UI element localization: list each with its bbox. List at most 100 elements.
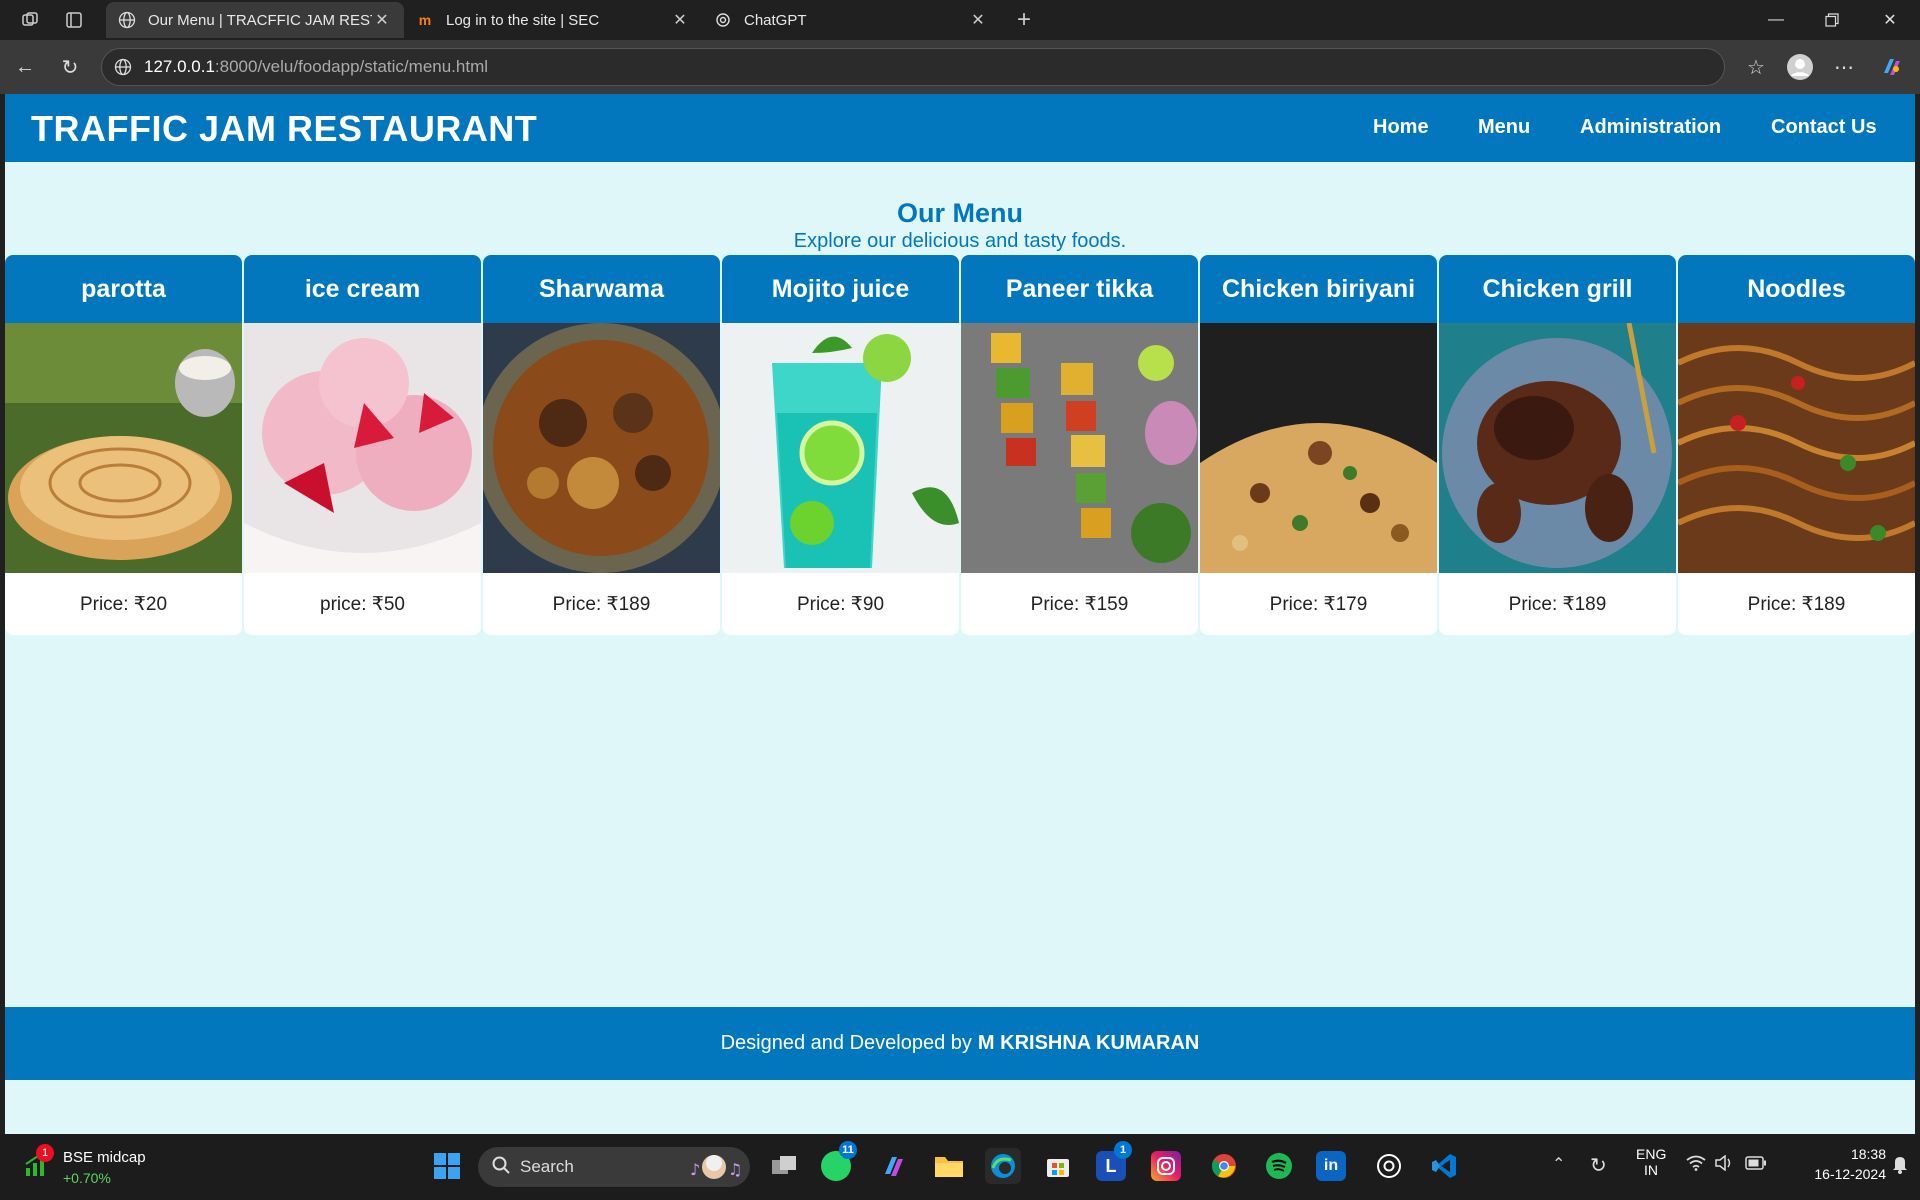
item-name: Chicken biriyani bbox=[1200, 255, 1437, 323]
stock-name: BSE midcap bbox=[63, 1149, 146, 1166]
close-tab-icon[interactable]: ✕ bbox=[968, 10, 988, 30]
url-input[interactable]: 127.0.0.1:8000/velu/foodapp/static/menu.… bbox=[101, 48, 1725, 86]
instagram-icon[interactable] bbox=[1151, 1151, 1181, 1181]
back-icon[interactable]: ← bbox=[11, 53, 39, 81]
menu-card[interactable]: ice cream price: ₹50 bbox=[244, 255, 481, 635]
spotify-icon[interactable] bbox=[1261, 1148, 1297, 1184]
item-name: Sharwama bbox=[483, 255, 720, 323]
more-options-icon[interactable]: ⋯ bbox=[1830, 53, 1858, 81]
profile-icon[interactable] bbox=[1786, 53, 1814, 81]
reload-icon[interactable]: ↻ bbox=[56, 53, 84, 81]
whatsapp-badge: 11 bbox=[839, 1141, 857, 1159]
close-tab-icon[interactable]: ✕ bbox=[670, 10, 690, 30]
sync-icon[interactable]: ↻ bbox=[1590, 1153, 1607, 1178]
tab-title: Log in to the site | SEC bbox=[446, 11, 600, 29]
item-price: Price: ₹90 bbox=[796, 593, 885, 615]
menu-card[interactable]: Sharwama Price: ₹189 bbox=[483, 255, 720, 635]
lang-bottom: IN bbox=[1644, 1162, 1658, 1178]
clock[interactable]: 18:38 16-12-2024 bbox=[1776, 1146, 1886, 1182]
site-header: TRAFFIC JAM RESTAURANT Home Menu Adminis… bbox=[5, 94, 1915, 162]
footer-author: M KRISHNA KUMARAN bbox=[977, 1032, 1200, 1054]
noodles-photo bbox=[1678, 323, 1915, 573]
nav-contact-us[interactable]: Contact Us bbox=[1771, 116, 1877, 139]
taskbar-search[interactable]: Search ♪ ♫ bbox=[478, 1147, 750, 1187]
site-info-icon[interactable] bbox=[114, 58, 132, 81]
item-price: Price: ₹20 bbox=[79, 593, 168, 615]
browser-tab-bar: Our Menu | TRACFFIC JAM RESTA ✕ m Log in… bbox=[0, 0, 1920, 40]
time: 18:38 bbox=[1850, 1146, 1886, 1162]
item-price: Price: ₹189 bbox=[1747, 593, 1846, 615]
taskbar: 1 BSE midcap +0.70% Search ♪ ♫ 11 L 1 in… bbox=[0, 1134, 1920, 1200]
tab-title: ChatGPT bbox=[744, 11, 807, 29]
globe-icon bbox=[118, 11, 136, 29]
item-price: Price: ₹179 bbox=[1269, 593, 1368, 615]
tab-chatgpt[interactable]: ChatGPT ✕ bbox=[702, 2, 1000, 38]
chrome-icon[interactable] bbox=[1206, 1148, 1242, 1184]
stock-widget[interactable]: 1 bbox=[24, 1144, 54, 1183]
chicken-grill-photo bbox=[1439, 323, 1676, 573]
language-indicator[interactable]: ENG IN bbox=[1636, 1146, 1666, 1178]
task-view-icon[interactable] bbox=[766, 1148, 802, 1184]
close-tab-icon[interactable]: ✕ bbox=[372, 10, 392, 30]
battery-icon[interactable] bbox=[1745, 1156, 1767, 1175]
url-host: 127.0.0.1 bbox=[144, 57, 215, 76]
tab-actions-icon[interactable] bbox=[62, 8, 86, 32]
wifi-icon[interactable] bbox=[1686, 1155, 1706, 1176]
notification-bell-icon[interactable] bbox=[1892, 1154, 1908, 1179]
url-path: :8000/velu/foodapp/static/menu.html bbox=[214, 57, 489, 76]
curry-photo bbox=[483, 323, 720, 573]
biriyani-photo bbox=[1200, 323, 1437, 573]
linkedin-icon[interactable]: in bbox=[1316, 1151, 1346, 1181]
close-window-icon[interactable]: ✕ bbox=[1862, 0, 1918, 40]
vscode-icon[interactable] bbox=[1426, 1148, 1462, 1184]
search-icon bbox=[492, 1156, 510, 1179]
whatsapp-icon[interactable]: 11 bbox=[821, 1141, 857, 1181]
tab-login[interactable]: m Log in to the site | SEC ✕ bbox=[404, 2, 702, 38]
item-price: Price: ₹189 bbox=[1508, 593, 1607, 615]
item-name: Mojito juice bbox=[722, 255, 959, 323]
menu-card[interactable]: Mojito juice Price: ₹90 bbox=[722, 255, 959, 635]
site-brand[interactable]: TRAFFIC JAM RESTAURANT bbox=[31, 108, 537, 150]
mojito-photo bbox=[722, 323, 959, 573]
paneer-tikka-photo bbox=[961, 323, 1198, 573]
moodle-icon: m bbox=[418, 12, 432, 28]
item-name: Paneer tikka bbox=[961, 255, 1198, 323]
volume-icon[interactable] bbox=[1714, 1154, 1734, 1176]
copilot-icon[interactable] bbox=[1878, 53, 1906, 81]
restore-icon[interactable] bbox=[1804, 0, 1860, 40]
chevron-up-icon[interactable]: ⌃ bbox=[1552, 1154, 1565, 1174]
nav-menu[interactable]: Menu bbox=[1478, 116, 1530, 139]
tab-title: Our Menu | TRACFFIC JAM RESTA bbox=[148, 11, 372, 29]
menu-card[interactable]: Paneer tikka Price: ₹159 bbox=[961, 255, 1198, 635]
search-highlight-icon: ♪ ♫ bbox=[688, 1153, 742, 1186]
favorites-icon[interactable]: ☆ bbox=[1742, 53, 1770, 81]
chatgpt-app-icon[interactable] bbox=[1371, 1148, 1407, 1184]
chatgpt-icon bbox=[714, 11, 732, 29]
site-footer: Designed and Developed by M KRISHNA KUMAR… bbox=[5, 1007, 1915, 1080]
svg-text:♪: ♪ bbox=[690, 1160, 700, 1179]
item-price: Price: ₹189 bbox=[552, 593, 651, 615]
tab-our-menu[interactable]: Our Menu | TRACFFIC JAM RESTA ✕ bbox=[106, 2, 404, 38]
web-page: TRAFFIC JAM RESTAURANT Home Menu Adminis… bbox=[5, 94, 1915, 1134]
start-icon[interactable] bbox=[429, 1148, 465, 1184]
minimize-icon[interactable]: — bbox=[1748, 0, 1804, 40]
store-icon[interactable] bbox=[1040, 1148, 1076, 1184]
l-app-icon[interactable]: L 1 bbox=[1096, 1141, 1132, 1181]
menu-card[interactable]: Chicken biriyani Price: ₹179 bbox=[1200, 255, 1437, 635]
workspaces-icon[interactable] bbox=[18, 8, 42, 32]
parotta-photo bbox=[5, 323, 242, 573]
page-title: Our Menu bbox=[897, 198, 1023, 228]
item-price: price: ₹50 bbox=[320, 593, 405, 615]
new-tab-icon[interactable]: + bbox=[1012, 6, 1036, 33]
ice-cream-photo bbox=[244, 323, 481, 573]
edge-icon[interactable] bbox=[985, 1148, 1021, 1184]
menu-card[interactable]: Chicken grill Price: ₹189 bbox=[1439, 255, 1676, 635]
menu-card[interactable]: Noodles Price: ₹189 bbox=[1678, 255, 1915, 635]
stock-change: +0.70% bbox=[63, 1170, 111, 1186]
file-explorer-icon[interactable] bbox=[931, 1148, 967, 1184]
page-subtitle: Explore our delicious and tasty foods. bbox=[793, 230, 1127, 252]
menu-card[interactable]: parotta Price: ₹20 bbox=[5, 255, 242, 635]
nav-home[interactable]: Home bbox=[1373, 116, 1429, 139]
copilot-app-icon[interactable] bbox=[876, 1148, 912, 1184]
nav-administration[interactable]: Administration bbox=[1580, 116, 1721, 139]
